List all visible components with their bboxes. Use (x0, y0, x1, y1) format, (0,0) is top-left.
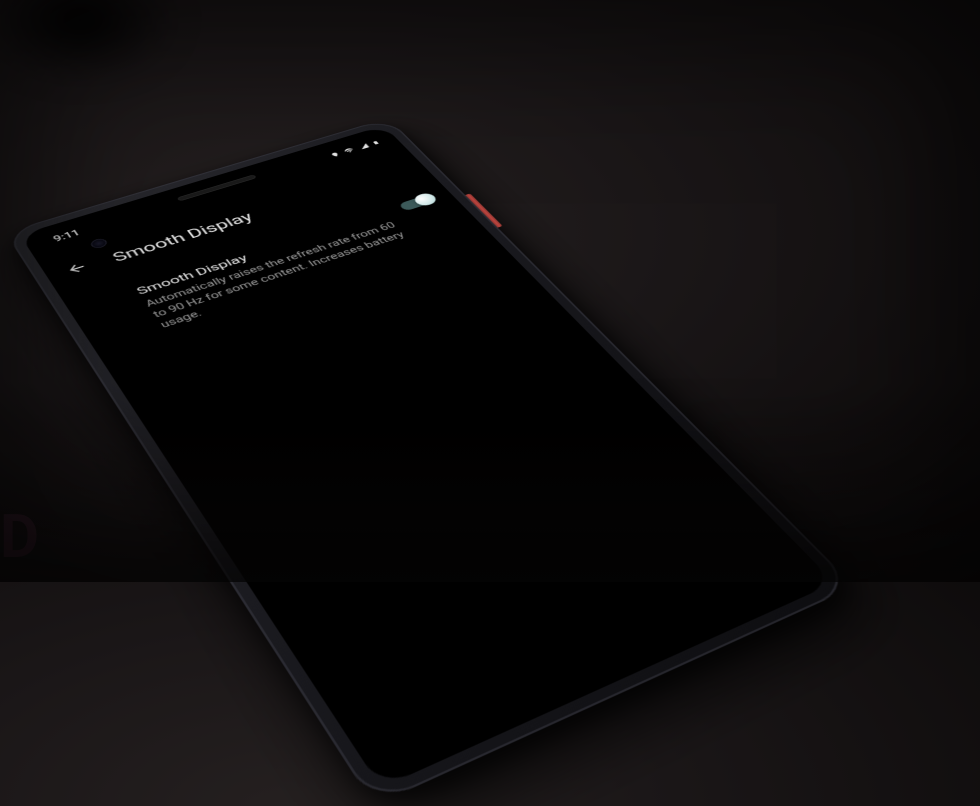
phone-screen: 9:11 (20, 125, 835, 787)
toggle-thumb (411, 192, 439, 208)
signal-icon (357, 142, 371, 150)
phone-front-camera (89, 237, 109, 249)
setting-text-block: Smooth Display Automatically raises the … (134, 207, 421, 331)
phone-mockup-container: 9:11 (80, 40, 930, 640)
smooth-display-toggle[interactable] (398, 194, 437, 211)
watermark-logo: D (0, 501, 39, 572)
status-icons (329, 139, 382, 159)
phone-device: 9:11 (5, 118, 855, 806)
location-icon (329, 151, 341, 158)
wifi-icon (341, 146, 357, 154)
phone-body: 9:11 (5, 118, 855, 806)
back-button[interactable] (63, 260, 93, 281)
status-time: 9:11 (44, 228, 82, 246)
battery-icon (370, 139, 382, 146)
